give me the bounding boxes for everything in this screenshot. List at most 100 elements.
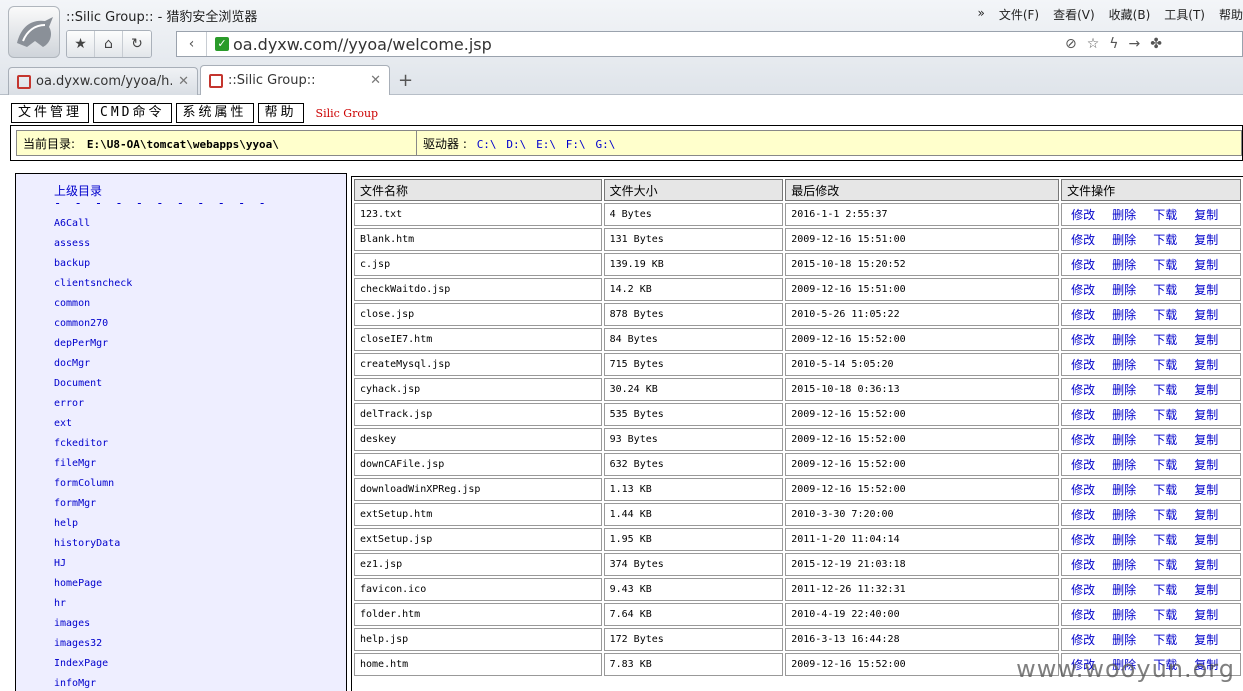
copy-link[interactable]: 复制 (1194, 583, 1218, 597)
delete-link[interactable]: 删除 (1112, 533, 1136, 547)
menu-view[interactable]: 查看(V) (1053, 6, 1095, 23)
edit-link[interactable]: 修改 (1071, 408, 1095, 422)
download-link[interactable]: 下载 (1153, 258, 1177, 272)
download-link[interactable]: 下载 (1153, 608, 1177, 622)
delete-link[interactable]: 删除 (1112, 258, 1136, 272)
download-link[interactable]: 下载 (1153, 533, 1177, 547)
file-name-cell[interactable]: close.jsp (354, 303, 602, 326)
edit-link[interactable]: 修改 (1071, 633, 1095, 647)
delete-link[interactable]: 删除 (1112, 283, 1136, 297)
directory-link[interactable]: help (54, 518, 132, 538)
download-link[interactable]: 下载 (1153, 508, 1177, 522)
directory-link[interactable]: common (54, 298, 132, 318)
download-link[interactable]: 下载 (1153, 408, 1177, 422)
copy-link[interactable]: 复制 (1194, 558, 1218, 572)
menu-collapse-icon[interactable]: » (977, 6, 984, 23)
copy-link[interactable]: 复制 (1194, 283, 1218, 297)
file-name-cell[interactable]: closeIE7.htm (354, 328, 602, 351)
forward-arrow-icon[interactable]: → (1129, 36, 1141, 52)
edit-link[interactable]: 修改 (1071, 558, 1095, 572)
directory-link[interactable]: ext (54, 418, 132, 438)
copy-link[interactable]: 复制 (1194, 633, 1218, 647)
download-link[interactable]: 下载 (1153, 383, 1177, 397)
close-icon[interactable]: ✕ (178, 74, 189, 89)
copy-link[interactable]: 复制 (1194, 233, 1218, 247)
menu-file[interactable]: 文件(F) (999, 6, 1039, 23)
file-name-cell[interactable]: ez1.jsp (354, 553, 602, 576)
file-name-cell[interactable]: extSetup.htm (354, 503, 602, 526)
download-link[interactable]: 下载 (1153, 233, 1177, 247)
directory-link[interactable]: clientsncheck (54, 278, 132, 298)
copy-link[interactable]: 复制 (1194, 458, 1218, 472)
sys-props-button[interactable]: 系统属性 (175, 103, 254, 123)
directory-link[interactable]: docMgr (54, 358, 132, 378)
delete-link[interactable]: 删除 (1112, 208, 1136, 222)
block-icon[interactable]: ⊘ (1065, 36, 1077, 52)
address-bar[interactable]: ‹ ✓ oa.dyxw.com//yyoa/welcome.jsp ⊘ ☆ ϟ … (176, 31, 1243, 57)
download-link[interactable]: 下载 (1153, 483, 1177, 497)
file-name-cell[interactable]: folder.htm (354, 603, 602, 626)
delete-link[interactable]: 删除 (1112, 558, 1136, 572)
menu-help[interactable]: 帮助 (1219, 6, 1243, 23)
delete-link[interactable]: 删除 (1112, 233, 1136, 247)
directory-link[interactable]: backup (54, 258, 132, 278)
home-icon[interactable]: ⌂ (95, 31, 123, 57)
delete-link[interactable]: 删除 (1112, 583, 1136, 597)
directory-link[interactable]: HJ (54, 558, 132, 578)
directory-link[interactable]: fckeditor (54, 438, 132, 458)
edit-link[interactable]: 修改 (1071, 283, 1095, 297)
tab-silic[interactable]: ::Silic Group:: ✕ (200, 65, 390, 95)
file-name-cell[interactable]: extSetup.jsp (354, 528, 602, 551)
download-link[interactable]: 下载 (1153, 433, 1177, 447)
copy-link[interactable]: 复制 (1194, 608, 1218, 622)
delete-link[interactable]: 删除 (1112, 333, 1136, 347)
file-name-cell[interactable]: createMysql.jsp (354, 353, 602, 376)
edit-link[interactable]: 修改 (1071, 433, 1095, 447)
new-tab-button[interactable]: + (392, 70, 419, 95)
copy-link[interactable]: 复制 (1194, 333, 1218, 347)
copy-link[interactable]: 复制 (1194, 533, 1218, 547)
edit-link[interactable]: 修改 (1071, 583, 1095, 597)
copy-link[interactable]: 复制 (1194, 508, 1218, 522)
file-name-cell[interactable]: downCAFile.jsp (354, 453, 602, 476)
copy-link[interactable]: 复制 (1194, 208, 1218, 222)
file-name-cell[interactable]: c.jsp (354, 253, 602, 276)
favorite-star-icon[interactable]: ★ (67, 31, 95, 57)
copy-link[interactable]: 复制 (1194, 383, 1218, 397)
directory-link[interactable]: depPerMgr (54, 338, 132, 358)
delete-link[interactable]: 删除 (1112, 608, 1136, 622)
directory-link[interactable]: common270 (54, 318, 132, 338)
directory-link[interactable]: error (54, 398, 132, 418)
edit-link[interactable]: 修改 (1071, 308, 1095, 322)
lightning-icon[interactable]: ϟ (1109, 36, 1118, 52)
directory-link[interactable]: formMgr (54, 498, 132, 518)
delete-link[interactable]: 删除 (1112, 633, 1136, 647)
edit-link[interactable]: 修改 (1071, 258, 1095, 272)
directory-link[interactable]: historyData (54, 538, 132, 558)
delete-link[interactable]: 删除 (1112, 433, 1136, 447)
edit-link[interactable]: 修改 (1071, 608, 1095, 622)
download-link[interactable]: 下载 (1153, 558, 1177, 572)
delete-link[interactable]: 删除 (1112, 308, 1136, 322)
close-icon[interactable]: ✕ (370, 73, 381, 88)
delete-link[interactable]: 删除 (1112, 358, 1136, 372)
file-name-cell[interactable]: Blank.htm (354, 228, 602, 251)
tab-oa[interactable]: oa.dyxw.com/yyoa/h... ✕ (8, 67, 198, 95)
copy-link[interactable]: 复制 (1194, 308, 1218, 322)
drive-link[interactable]: D:\ (506, 138, 526, 151)
cmd-button[interactable]: CMD命令 (93, 103, 172, 123)
edit-link[interactable]: 修改 (1071, 458, 1095, 472)
download-link[interactable]: 下载 (1153, 208, 1177, 222)
copy-link[interactable]: 复制 (1194, 483, 1218, 497)
directory-link[interactable]: images (54, 618, 132, 638)
file-name-cell[interactable]: cyhack.jsp (354, 378, 602, 401)
edit-link[interactable]: 修改 (1071, 333, 1095, 347)
url-input[interactable]: oa.dyxw.com//yyoa/welcome.jsp (233, 35, 1065, 54)
directory-link[interactable]: hr (54, 598, 132, 618)
copy-link[interactable]: 复制 (1194, 358, 1218, 372)
edit-link[interactable]: 修改 (1071, 533, 1095, 547)
directory-link[interactable]: A6Call (54, 218, 132, 238)
edit-link[interactable]: 修改 (1071, 483, 1095, 497)
edit-link[interactable]: 修改 (1071, 233, 1095, 247)
file-name-cell[interactable]: downloadWinXPReg.jsp (354, 478, 602, 501)
